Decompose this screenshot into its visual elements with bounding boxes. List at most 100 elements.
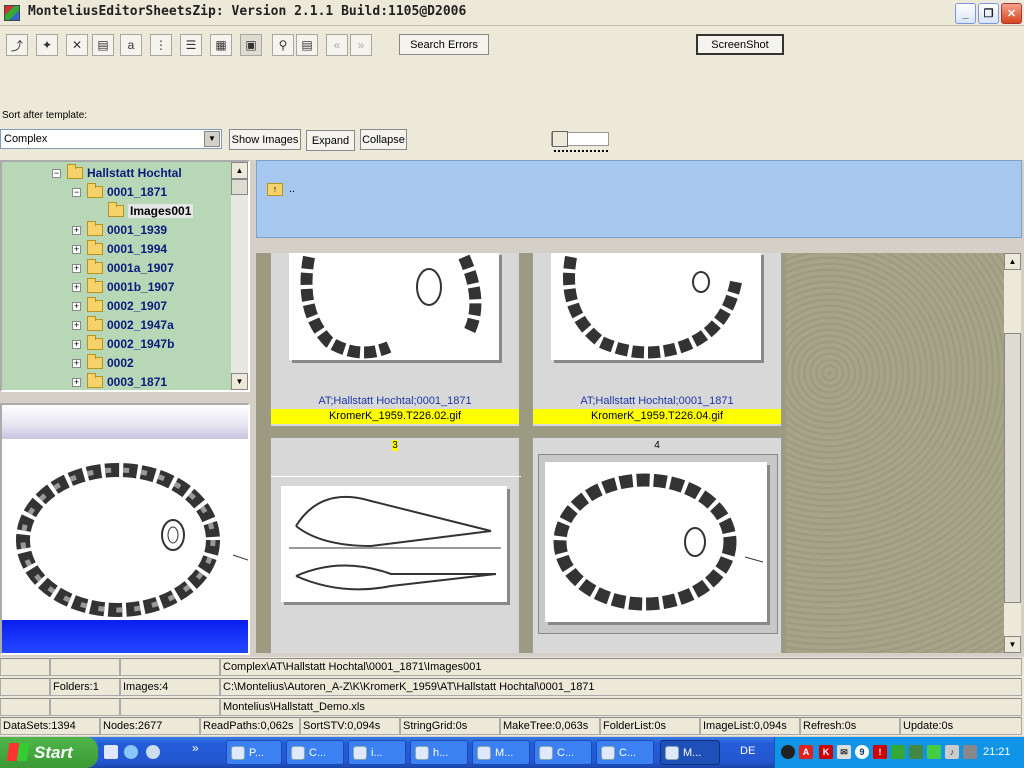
minimize-button[interactable]: _ <box>955 3 976 24</box>
quicklaunch-more-icon[interactable]: » <box>192 741 199 755</box>
tree-node[interactable]: +0002 <box>72 354 134 372</box>
properties-icon[interactable]: ▤ <box>92 34 114 56</box>
expand-icon[interactable]: + <box>72 225 81 235</box>
expand-icon[interactable]: + <box>72 301 81 311</box>
collapse-button[interactable]: Collapse <box>360 129 407 150</box>
thumbnail-card[interactable]: AT;Hallstatt Hochtal;0001_1871 KromerK_1… <box>270 253 520 427</box>
tree-node[interactable]: +0003_1871 <box>72 373 167 390</box>
card-filename: KromerK_1959.T226.02.gif <box>271 409 519 424</box>
mail-icon[interactable]: ✉ <box>837 745 851 759</box>
taskbar-item[interactable]: h... <box>410 740 468 765</box>
scroll-thumb[interactable] <box>1004 333 1021 603</box>
thumbnail-size-slider[interactable] <box>551 131 609 147</box>
sort-az-icon[interactable]: a <box>120 34 142 56</box>
show-images-button[interactable]: Show Images <box>229 129 301 150</box>
tree-node-root[interactable]: − Hallstatt Hochtal <box>52 164 182 182</box>
folder-up-icon[interactable]: ⤴ <box>6 34 28 56</box>
search-icon[interactable]: ⚲ <box>272 34 294 56</box>
folder-up-icon[interactable]: ↑ <box>267 183 283 196</box>
scroll-up-icon[interactable]: ▲ <box>231 162 248 179</box>
card-location: AT;Hallstatt Hochtal;0001_1871 <box>318 395 472 407</box>
expand-icon[interactable]: + <box>72 320 81 330</box>
volume-icon[interactable]: ♪ <box>945 745 959 759</box>
quicklaunch-media-icon[interactable] <box>146 745 160 759</box>
tree-node[interactable]: +0002_1947b <box>72 335 174 353</box>
thumbnail-image <box>551 253 761 360</box>
tray-red-icon[interactable]: ! <box>873 745 887 759</box>
tree-node[interactable]: +0002_1907 <box>72 297 167 315</box>
tree-node[interactable]: +0001a_1907 <box>72 259 174 277</box>
collapse-icon[interactable]: − <box>72 187 81 197</box>
taskbar-item[interactable]: C... <box>596 740 654 765</box>
tree-node[interactable]: −0001_1871 <box>72 183 167 201</box>
bracelet-drawing <box>16 463 248 617</box>
new-folder-icon[interactable]: ✦ <box>36 34 58 56</box>
quicklaunch-desktop-icon[interactable] <box>104 745 118 759</box>
taskbar-item[interactable]: i... <box>348 740 406 765</box>
scroll-down-icon[interactable]: ▼ <box>1004 636 1021 653</box>
thumbnail-grid[interactable]: AT;Hallstatt Hochtal;0001_1871 KromerK_1… <box>256 253 1004 653</box>
screenshot-button[interactable]: ScreenShot <box>696 34 784 55</box>
expand-button[interactable]: Expand <box>306 130 355 151</box>
status-tree-path: Complex\AT\Hallstatt Hochtal\0001_1871\I… <box>220 658 1022 676</box>
delete-icon[interactable]: ✕ <box>66 34 88 56</box>
status-row-3: Montelius\Hallstatt_Demo.xls <box>0 697 1024 717</box>
slider-knob[interactable] <box>552 131 568 147</box>
tray-icon[interactable] <box>927 745 941 759</box>
path-header: ↑ .. <box>256 160 1022 238</box>
scroll-up-icon[interactable]: ▲ <box>1004 253 1021 270</box>
stat-refresh: Refresh:0s <box>800 717 900 735</box>
start-button[interactable]: Start <box>0 737 98 768</box>
expand-icon[interactable]: + <box>72 339 81 349</box>
thumbnail-view-icon[interactable]: ▣ <box>240 34 262 56</box>
network-icon[interactable] <box>891 745 905 759</box>
expand-icon[interactable]: + <box>72 244 81 254</box>
tree-view-icon[interactable]: ⋮ <box>150 34 172 56</box>
expand-icon[interactable]: + <box>72 377 81 387</box>
back-icon[interactable]: « <box>326 34 348 56</box>
parent-folder-link[interactable]: .. <box>289 183 295 195</box>
fibula-drawing <box>289 495 501 591</box>
thumbnail-card[interactable]: AT;Hallstatt Hochtal;0001_1871 KromerK_1… <box>532 253 782 427</box>
tree-node[interactable]: +0001_1939 <box>72 221 167 239</box>
tree-node[interactable]: +0001_1994 <box>72 240 167 258</box>
taskbar-item[interactable]: C... <box>534 740 592 765</box>
collapse-icon[interactable]: − <box>52 168 61 178</box>
windows-logo-icon <box>6 743 30 761</box>
taskbar-item[interactable]: P... <box>226 740 282 765</box>
grid-scrollbar[interactable]: ▲ ▼ <box>1004 253 1021 653</box>
tree-node[interactable]: +0002_1947a <box>72 316 174 334</box>
list-view-icon[interactable]: ☰ <box>180 34 202 56</box>
ati-icon[interactable]: A <box>799 745 813 759</box>
search-errors-button[interactable]: Search Errors <box>399 34 489 55</box>
scroll-down-icon[interactable]: ▼ <box>231 373 248 390</box>
tree-node-selected[interactable]: Images001 <box>108 202 194 220</box>
antivirus-icon[interactable]: K <box>819 745 833 759</box>
stat-stringgrid: StringGrid:0s <box>400 717 500 735</box>
expand-icon[interactable]: + <box>72 282 81 292</box>
chevron-down-icon[interactable]: ▼ <box>204 131 220 147</box>
maximize-button[interactable]: ❐ <box>978 3 999 24</box>
tray-9-icon[interactable]: 9 <box>855 745 869 759</box>
taskbar-item-active[interactable]: M... <box>660 740 720 765</box>
taskbar-item[interactable]: M... <box>472 740 530 765</box>
expand-icon[interactable]: + <box>72 263 81 273</box>
forward-icon[interactable]: » <box>350 34 372 56</box>
scroll-thumb[interactable] <box>231 179 248 195</box>
expand-icon[interactable]: + <box>72 358 81 368</box>
thumbnail-card[interactable]: 3 <box>270 437 521 653</box>
taskbar-item[interactable]: C... <box>286 740 344 765</box>
tray-icon[interactable] <box>963 745 977 759</box>
tray-icon[interactable] <box>909 745 923 759</box>
tray-icon[interactable] <box>781 745 795 759</box>
find-list-icon[interactable]: ▤ <box>296 34 318 56</box>
quicklaunch-ie-icon[interactable] <box>124 745 138 759</box>
tree-node[interactable]: +0001b_1907 <box>72 278 174 296</box>
details-view-icon[interactable]: ▦ <box>210 34 232 56</box>
sort-template-select[interactable]: Complex ▼ <box>0 129 222 149</box>
folder-tree[interactable]: − Hallstatt Hochtal −0001_1871 Images001 … <box>0 160 250 392</box>
thumbnail-card[interactable]: 4 <box>532 437 782 653</box>
tree-scrollbar[interactable]: ▲ ▼ <box>231 162 248 390</box>
language-indicator[interactable]: DE <box>740 745 755 757</box>
close-button[interactable]: ✕ <box>1001 3 1022 24</box>
